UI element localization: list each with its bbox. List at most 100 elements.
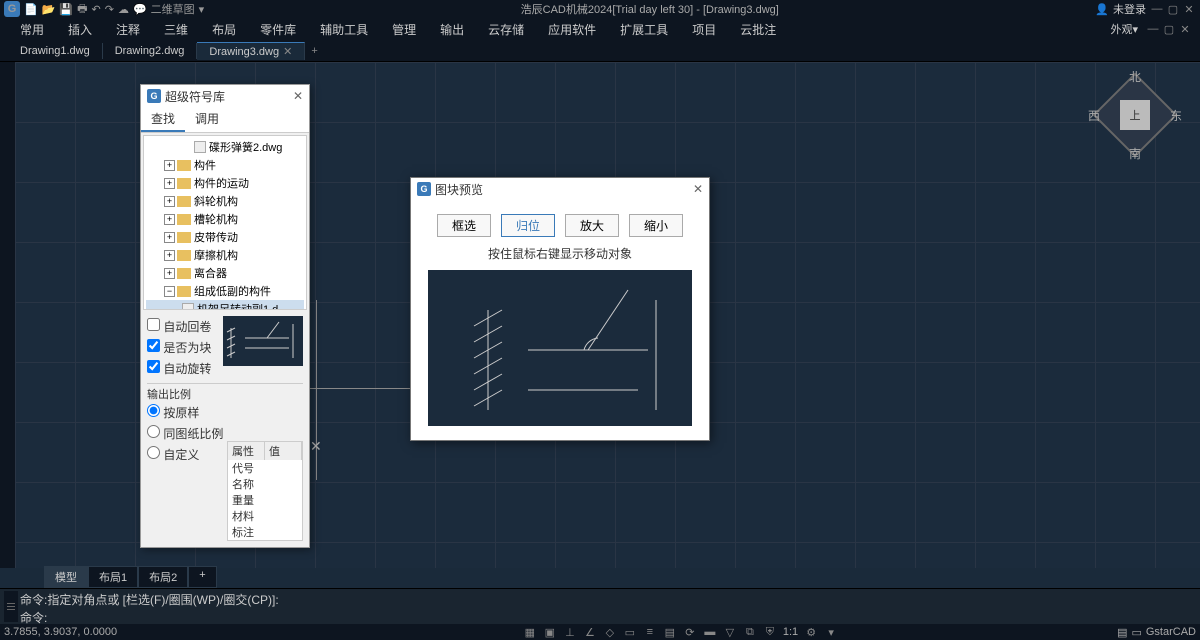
opt-autorotate[interactable]: 自动旋转: [147, 358, 219, 379]
box-select-button[interactable]: 框选: [437, 214, 491, 237]
chat-icon[interactable]: 💬: [133, 3, 147, 16]
autorotate-checkbox[interactable]: [147, 360, 160, 373]
scale-custom-radio[interactable]: [147, 446, 160, 459]
menu-manage[interactable]: 管理: [380, 19, 428, 40]
menu-layout[interactable]: 布局: [200, 19, 248, 40]
tab-use[interactable]: 调用: [185, 107, 229, 132]
expand-icon[interactable]: +: [164, 214, 175, 225]
tab-add-icon[interactable]: +: [311, 45, 317, 57]
menu-insert[interactable]: 插入: [56, 19, 104, 40]
zoom-in-button[interactable]: 放大: [565, 214, 619, 237]
compass-south[interactable]: 南: [1129, 145, 1141, 162]
close-icon[interactable]: ✕: [1182, 2, 1196, 16]
snap-icon[interactable]: ▣: [543, 625, 557, 639]
otrack-icon[interactable]: ▭: [623, 625, 637, 639]
tab-drawing1[interactable]: Drawing1.dwg: [8, 43, 103, 59]
symbol-tree[interactable]: 碟形弹簧2.dwg +构件 +构件的运动 +斜轮机构 +槽轮机构 +皮带传动 +…: [143, 135, 307, 310]
appearance-label[interactable]: 外观: [1110, 21, 1132, 37]
prop-row[interactable]: 重量: [228, 492, 302, 508]
ortho-icon[interactable]: ⊥: [563, 625, 577, 639]
symbol-thumbnail[interactable]: [223, 316, 303, 366]
expand-icon[interactable]: +: [164, 160, 175, 171]
iso-icon[interactable]: ▽: [723, 625, 737, 639]
cloud-icon[interactable]: ☁: [118, 3, 129, 16]
menu-output[interactable]: 输出: [428, 19, 476, 40]
compass-east[interactable]: 东: [1170, 107, 1182, 124]
menu-common[interactable]: 常用: [8, 19, 56, 40]
osnap-icon[interactable]: ◇: [603, 625, 617, 639]
tab-close-icon[interactable]: ✕: [283, 46, 292, 58]
menu-parts[interactable]: 零件库: [248, 19, 308, 40]
user-icon[interactable]: 👤: [1095, 3, 1109, 16]
expand-icon[interactable]: +: [164, 178, 175, 189]
opt-isblock[interactable]: 是否为块: [147, 337, 219, 358]
new-icon[interactable]: 📄: [24, 3, 38, 16]
scale-paper-radio[interactable]: [147, 425, 160, 438]
zoom-out-button[interactable]: 缩小: [629, 214, 683, 237]
scale-display[interactable]: 1:1: [783, 626, 798, 638]
isblock-checkbox[interactable]: [147, 339, 160, 352]
magnet-icon[interactable]: ⧉: [743, 625, 757, 639]
minimize-icon[interactable]: —: [1150, 2, 1164, 16]
layers-icon[interactable]: ▤: [1117, 626, 1127, 639]
tab-drawing2[interactable]: Drawing2.dwg: [103, 43, 198, 59]
expand-icon[interactable]: +: [164, 268, 175, 279]
save-icon[interactable]: 💾: [59, 3, 73, 16]
property-grid[interactable]: 属性值 代号 名称 重量 材料 标注: [227, 441, 303, 541]
dropdown-icon[interactable]: ▾: [824, 625, 838, 639]
polar-icon[interactable]: ∠: [583, 625, 597, 639]
undo-icon[interactable]: ↶: [92, 3, 101, 16]
compass-north[interactable]: 北: [1129, 68, 1141, 85]
scale-original[interactable]: 按原样: [147, 402, 303, 423]
maximize-icon[interactable]: ▢: [1166, 2, 1180, 16]
symbol-dialog-titlebar[interactable]: G 超级符号库 ✕: [141, 85, 309, 107]
ruler-icon[interactable]: ▭: [1131, 626, 1141, 639]
compass-top[interactable]: 上: [1120, 100, 1150, 130]
preview-dialog-titlebar[interactable]: G 图块预览 ✕: [411, 178, 709, 200]
prop-row[interactable]: 标注: [228, 524, 302, 540]
view-cube[interactable]: 上 北 南 东 西: [1090, 70, 1180, 160]
command-line[interactable]: 命令:指定对角点或 [栏选(F)/圈围(WP)/圈交(CP)]: 命令:: [0, 588, 1200, 624]
command-input[interactable]: [47, 611, 347, 625]
command-handle[interactable]: [4, 591, 18, 622]
layout-2[interactable]: 布局2: [138, 566, 188, 588]
compass-west[interactable]: 西: [1088, 107, 1100, 124]
app-logo-icon[interactable]: G: [4, 1, 20, 17]
opt-autoscroll[interactable]: 自动回卷: [147, 316, 219, 337]
login-status[interactable]: 未登录: [1113, 1, 1146, 17]
menu-annotate[interactable]: 注释: [104, 19, 152, 40]
sketch-mode-label[interactable]: 二维草图: [151, 1, 195, 17]
expand-icon[interactable]: +: [164, 250, 175, 261]
expand-icon[interactable]: +: [164, 232, 175, 243]
model-icon[interactable]: ▬: [703, 625, 717, 639]
prop-row[interactable]: 名称: [228, 476, 302, 492]
dyninput-icon[interactable]: ▤: [663, 625, 677, 639]
layout-model[interactable]: 模型: [44, 566, 88, 588]
prop-row[interactable]: 材料: [228, 508, 302, 524]
redo-icon[interactable]: ↷: [105, 3, 114, 16]
appearance-dropdown-icon[interactable]: ▾: [1132, 23, 1138, 36]
layout-1[interactable]: 布局1: [88, 566, 138, 588]
layout-add[interactable]: +: [188, 566, 216, 588]
cycle-icon[interactable]: ⟳: [683, 625, 697, 639]
menu-ext[interactable]: 扩展工具: [608, 19, 680, 40]
collapse-icon[interactable]: −: [164, 286, 175, 297]
menu-project[interactable]: 项目: [680, 19, 728, 40]
scale-orig-radio[interactable]: [147, 404, 160, 417]
menu-cloudnote[interactable]: 云批注: [728, 19, 788, 40]
doc-maximize-icon[interactable]: ▢: [1162, 22, 1176, 36]
lineweight-icon[interactable]: ≡: [643, 625, 657, 639]
print-icon[interactable]: 🖶: [77, 0, 87, 19]
tab-drawing3[interactable]: Drawing3.dwg✕: [197, 42, 305, 60]
block-preview-canvas[interactable]: [428, 270, 692, 426]
tab-find[interactable]: 查找: [141, 107, 185, 132]
doc-minimize-icon[interactable]: —: [1146, 22, 1160, 36]
home-button[interactable]: 归位: [501, 214, 555, 237]
expand-icon[interactable]: +: [164, 196, 175, 207]
preview-dialog-close-icon[interactable]: ✕: [693, 182, 703, 196]
menu-apps[interactable]: 应用软件: [536, 19, 608, 40]
menu-3d[interactable]: 三维: [152, 19, 200, 40]
autoscroll-checkbox[interactable]: [147, 318, 160, 331]
symbol-dialog-close-icon[interactable]: ✕: [293, 89, 303, 103]
open-icon[interactable]: 📂: [42, 3, 56, 16]
